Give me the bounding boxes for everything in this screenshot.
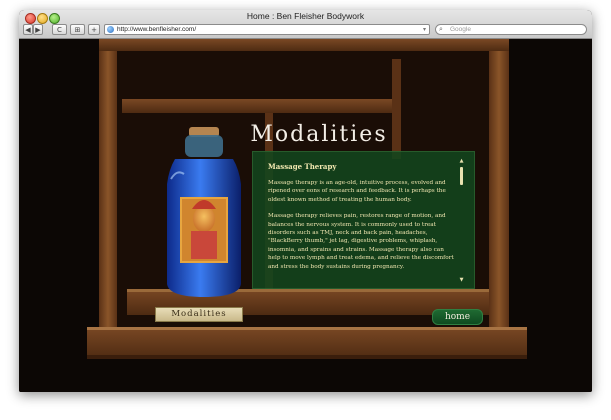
scroll-down-arrow-icon[interactable]: ▼	[459, 278, 464, 283]
panel-scroll-area[interactable]: Massage Therapy Massage therapy is an ag…	[268, 160, 456, 282]
forward-button[interactable]: ▶	[33, 24, 43, 35]
home-button[interactable]: home	[432, 309, 483, 325]
window-title: Home : Ben Fleisher Bodywork	[246, 11, 365, 21]
add-bookmark-button[interactable]: +	[88, 24, 100, 35]
browser-window: Home : Ben Fleisher Bodywork ◀ ▶ C ⊞ + h…	[19, 10, 592, 392]
content-panel: Massage Therapy Massage therapy is an ag…	[252, 151, 475, 289]
back-button[interactable]: ◀	[23, 24, 33, 35]
search-field[interactable]: ⌕ Google	[435, 24, 587, 35]
web-page: Modalities Massage Therapy Massage thera…	[19, 39, 592, 392]
address-dropdown-icon[interactable]: ▾	[423, 25, 426, 34]
panel-paragraph: Massage therapy relieves pain, restores …	[268, 213, 454, 270]
bookmarks-button[interactable]: ⊞	[70, 24, 85, 35]
browser-chrome: Home : Ben Fleisher Bodywork ◀ ▶ C ⊞ + h…	[19, 10, 592, 39]
address-bar[interactable]: http://www.benfleisher.com/ ▾	[104, 24, 430, 35]
search-icon: ⌕	[439, 25, 443, 33]
scroll-up-arrow-icon[interactable]: ▲	[459, 159, 464, 164]
reload-button[interactable]: C	[52, 24, 67, 35]
panel-paragraph: Massage therapy is an age-old, intuitive…	[268, 180, 446, 203]
scroll-thumb[interactable]	[460, 167, 463, 185]
panel-scrollbar[interactable]: ▲ ▼	[459, 159, 464, 283]
address-bar-url: http://www.benfleisher.com/	[117, 26, 197, 33]
modalities-plaque: Modalities	[155, 307, 243, 322]
site-globe-icon	[107, 26, 114, 33]
search-placeholder: Google	[450, 26, 471, 33]
panel-title: Massage Therapy	[268, 162, 337, 171]
page-heading: Modalities	[250, 122, 388, 147]
